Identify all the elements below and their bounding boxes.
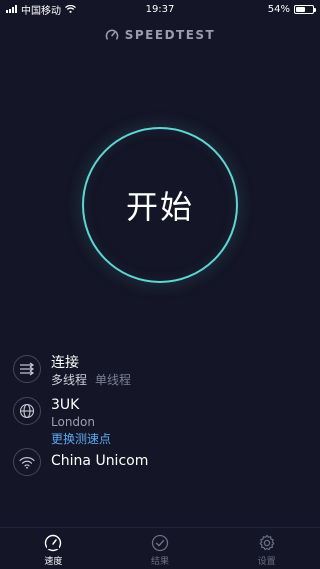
nav-results-label: 结果 <box>150 557 169 567</box>
speedometer-icon <box>45 534 62 552</box>
status-left: 中国移动 <box>6 2 76 17</box>
wifi-icon <box>65 5 76 13</box>
nav-speed-label: 速度 <box>44 557 63 567</box>
globe-icon <box>13 397 41 425</box>
battery-icon <box>294 4 316 14</box>
speedometer-logo-icon <box>105 29 119 40</box>
connections-row[interactable]: 连接 多线程 单线程 <box>13 355 131 389</box>
server-text: 3UK London 更换测速点 <box>51 397 111 448</box>
nav-speed-tab[interactable]: 速度 <box>13 528 93 569</box>
logo-text: SPEEDTEST <box>124 28 216 42</box>
server-location: London <box>51 415 95 429</box>
bottom-nav: 速度 结果 设置 <box>0 527 320 569</box>
provider-name: China Unicom <box>51 453 149 469</box>
speedtest-screen: 中国移动 19:37 54% SPEEDTEST 开始 连接 多线程 单线程 3… <box>0 0 320 569</box>
wifi-provider-icon <box>13 448 41 476</box>
battery-percent: 54% <box>267 3 290 15</box>
speedtest-logo: SPEEDTEST <box>0 28 320 42</box>
connections-title: 连接 <box>51 355 79 371</box>
connections-single-option[interactable]: 单线程 <box>95 373 131 387</box>
change-server-link[interactable]: 更换测速点 <box>51 431 111 448</box>
go-button-wrapper: 开始 <box>82 127 238 283</box>
server-row: 3UK London 更换测速点 <box>13 397 111 448</box>
go-button[interactable]: 开始 <box>82 127 238 283</box>
provider-row: China Unicom <box>13 448 148 476</box>
nav-settings-label: 设置 <box>257 557 276 567</box>
connections-options: 多线程 单线程 <box>51 372 131 389</box>
signal-icon <box>6 5 17 13</box>
nav-settings-tab[interactable]: 设置 <box>227 528 307 569</box>
status-right: 54% <box>267 3 316 15</box>
battery-level <box>296 6 305 12</box>
carrier-name: 中国移动 <box>21 5 61 17</box>
gear-icon <box>259 534 275 551</box>
connections-multi-option[interactable]: 多线程 <box>51 373 87 387</box>
nav-results-tab[interactable]: 结果 <box>120 528 200 569</box>
checkmark-circle-icon <box>151 534 169 552</box>
go-button-label: 开始 <box>125 188 194 226</box>
connections-text: 连接 多线程 单线程 <box>51 355 131 389</box>
server-name: 3UK <box>51 397 80 413</box>
status-bar: 中国移动 19:37 54% <box>0 0 320 18</box>
connections-icon <box>13 355 41 383</box>
provider-text: China Unicom <box>51 448 148 470</box>
